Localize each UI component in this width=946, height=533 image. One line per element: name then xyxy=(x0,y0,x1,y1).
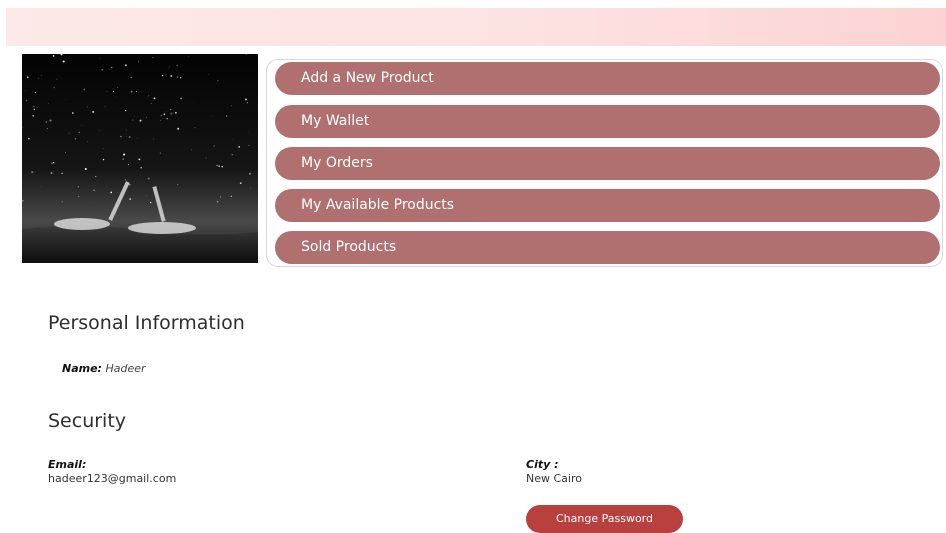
email-label: Email: xyxy=(48,458,176,472)
city-value: New Cairo xyxy=(526,472,582,486)
account-menu-panel: Add a New Product My Wallet My Orders My… xyxy=(266,59,943,267)
city-label: City : xyxy=(526,458,582,472)
change-password-button[interactable]: Change Password xyxy=(526,505,683,533)
security-heading: Security xyxy=(48,410,126,432)
my-available-products-button[interactable]: My Available Products xyxy=(275,189,940,222)
city-field: City : New Cairo xyxy=(526,458,582,486)
my-wallet-button[interactable]: My Wallet xyxy=(275,105,940,138)
name-label: Name: xyxy=(62,362,102,375)
personal-information-heading: Personal Information xyxy=(48,312,245,334)
email-value: hadeer123@gmail.com xyxy=(48,472,176,486)
my-orders-button[interactable]: My Orders xyxy=(275,147,940,180)
night-sky-image xyxy=(22,54,258,263)
name-field: Name: Hadeer xyxy=(62,362,146,375)
email-field: Email: hadeer123@gmail.com xyxy=(48,458,176,486)
add-new-product-button[interactable]: Add a New Product xyxy=(275,62,940,95)
top-header-bar xyxy=(6,8,946,46)
profile-photo xyxy=(22,54,258,263)
sold-products-button[interactable]: Sold Products xyxy=(275,231,940,264)
name-value: Hadeer xyxy=(105,362,145,375)
